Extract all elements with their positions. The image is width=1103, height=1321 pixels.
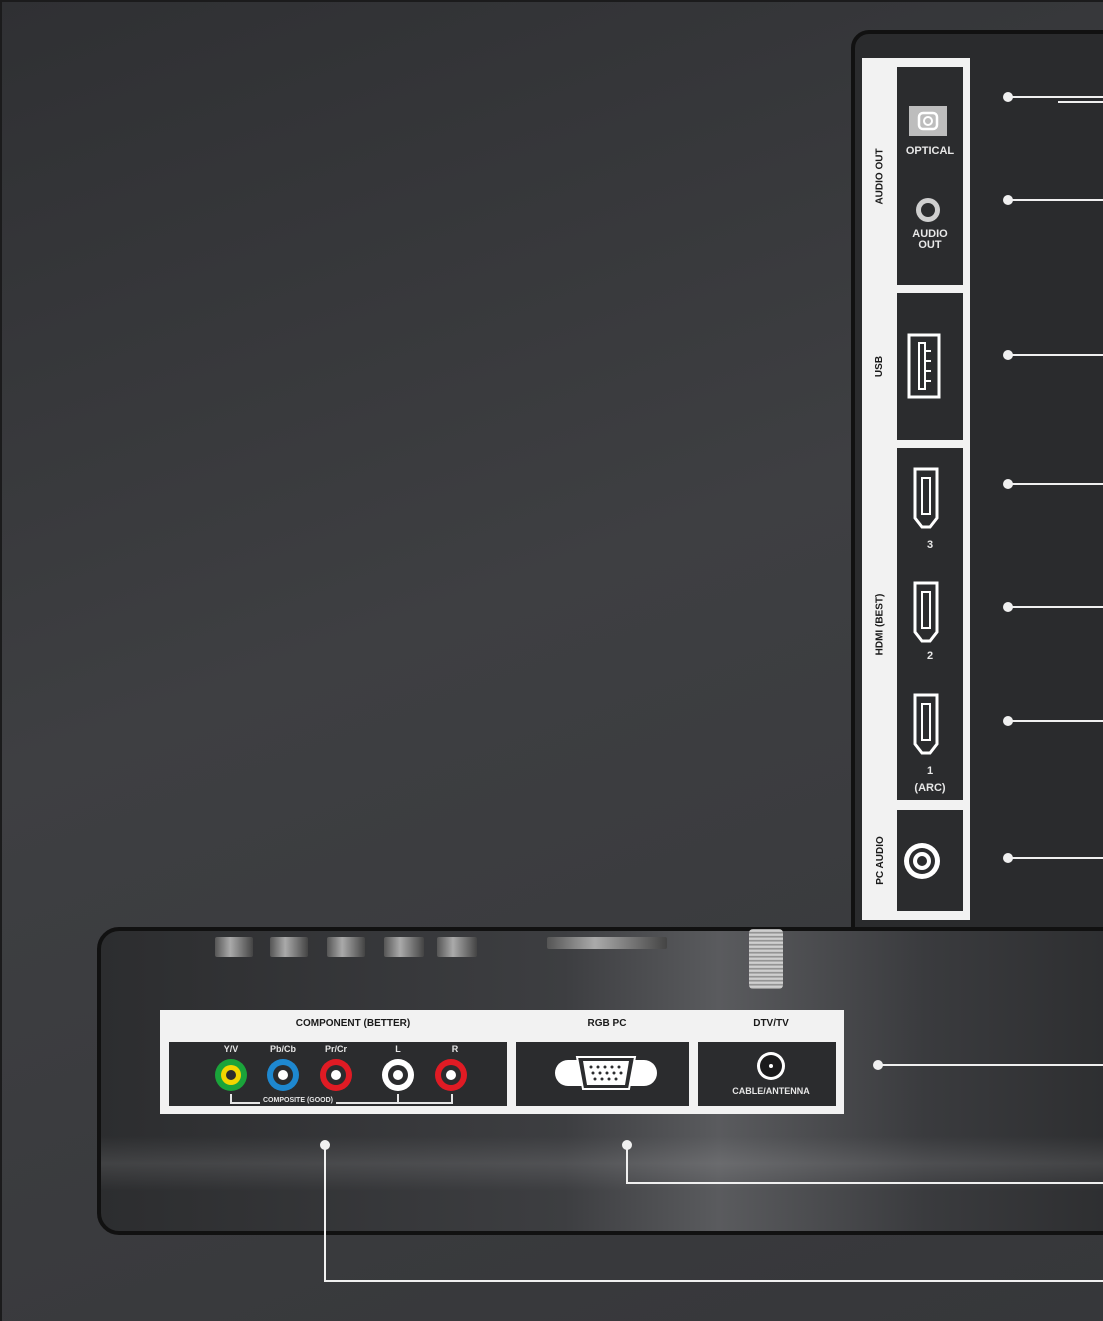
audio-out-group bbox=[897, 67, 963, 285]
composite-label: COMPOSITE (GOOD) bbox=[260, 1097, 336, 1104]
jack-label-l: L bbox=[395, 1044, 401, 1054]
pc-audio-group-label: PC AUDIO bbox=[874, 836, 886, 885]
rgb-header: RGB PC bbox=[587, 1018, 627, 1029]
jack-label-y: Y/V bbox=[223, 1044, 239, 1054]
pr-jack-icon[interactable] bbox=[319, 1058, 353, 1092]
callout-line-rgb-vertical bbox=[626, 1145, 628, 1183]
callout-line-hdmi-1 bbox=[1008, 720, 1103, 722]
hdmi-1-port-icon[interactable] bbox=[912, 692, 940, 756]
r-audio-jack-icon[interactable] bbox=[434, 1058, 468, 1092]
jack-label-r: R bbox=[451, 1044, 459, 1054]
antenna-label: CABLE/ANTENNA bbox=[732, 1086, 810, 1096]
callout-line-hdmi-3 bbox=[1008, 483, 1103, 485]
hdmi-2-label: 2 bbox=[926, 650, 934, 662]
connector-bump bbox=[384, 937, 424, 957]
pc-audio-jack-icon[interactable] bbox=[904, 843, 940, 879]
callout-line-usb bbox=[1008, 354, 1103, 356]
usb-group-label: USB bbox=[874, 355, 886, 378]
callout-line-component-vertical bbox=[324, 1145, 326, 1281]
y-jack-icon[interactable] bbox=[214, 1058, 248, 1092]
callout-line-pc-audio bbox=[1008, 857, 1103, 859]
callout-line-optical-extra bbox=[1058, 101, 1103, 103]
jack-label-pr: Pr/Cr bbox=[324, 1044, 347, 1054]
connector-bump bbox=[327, 937, 365, 957]
vga-port-icon[interactable] bbox=[553, 1051, 659, 1095]
component-header: COMPONENT (BETTER) bbox=[295, 1018, 411, 1029]
callout-line-component bbox=[324, 1280, 1103, 1282]
callout-line-audio-out bbox=[1008, 199, 1103, 201]
dtv-header: DTV/TV bbox=[753, 1018, 789, 1029]
hdmi-group-label: HDMI (BEST) bbox=[874, 593, 886, 655]
callout-line-rgb bbox=[626, 1182, 1103, 1184]
jack-label-pb: Pb/Cb bbox=[270, 1044, 296, 1054]
vga-connector-bump bbox=[547, 937, 667, 949]
hdmi-2-port-icon[interactable] bbox=[912, 580, 940, 644]
antenna-jack-icon[interactable] bbox=[757, 1052, 785, 1080]
connector-bump bbox=[270, 937, 308, 957]
audio-out-group-label: AUDIO OUT bbox=[874, 147, 886, 205]
audio-out-jack-icon[interactable] bbox=[916, 198, 940, 222]
hdmi-1-label: 1 bbox=[926, 765, 934, 777]
callout-line-dtv bbox=[878, 1064, 1103, 1066]
hdmi-1-arc-label: (ARC) bbox=[914, 782, 946, 794]
optical-label: OPTICAL bbox=[905, 145, 955, 157]
hdmi-3-port-icon[interactable] bbox=[912, 466, 940, 530]
audio-out-label-line2: OUT bbox=[918, 239, 942, 251]
optical-port-icon[interactable] bbox=[909, 106, 947, 136]
usb-port-icon[interactable] bbox=[907, 333, 941, 399]
pb-jack-icon[interactable] bbox=[266, 1058, 300, 1092]
callout-line-optical bbox=[1008, 96, 1103, 98]
coax-connector-bump bbox=[749, 929, 783, 989]
connector-bump bbox=[215, 937, 253, 957]
l-audio-jack-icon[interactable] bbox=[381, 1058, 415, 1092]
hdmi-3-label: 3 bbox=[926, 539, 934, 551]
connector-bump bbox=[437, 937, 477, 957]
callout-line-hdmi-2 bbox=[1008, 606, 1103, 608]
